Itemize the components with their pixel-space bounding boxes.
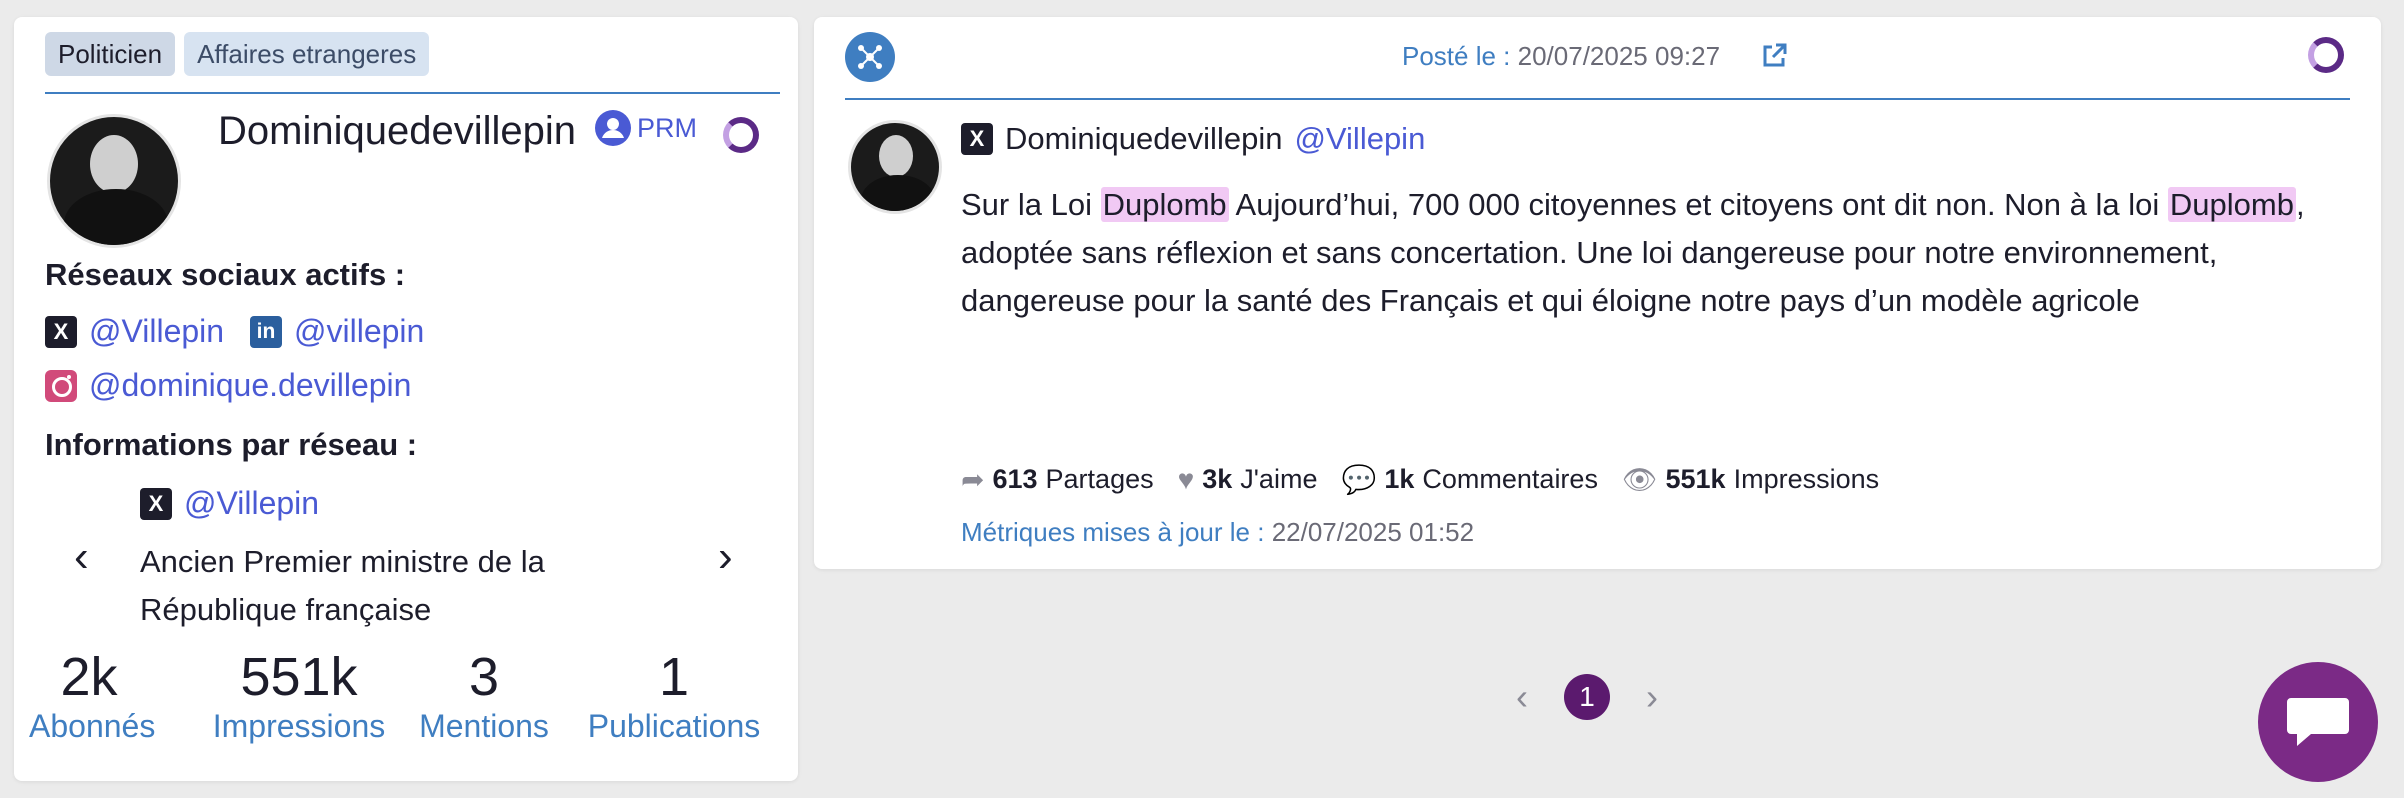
profile-card: Politicien Affaires etrangeres Dominique… xyxy=(14,17,798,781)
author-handle: @Villepin xyxy=(1294,121,1426,156)
divider xyxy=(845,98,2350,100)
next-page-icon[interactable]: › xyxy=(1646,676,1658,718)
prev-page-icon[interactable]: ‹ xyxy=(1516,676,1528,718)
chat-bubble-icon xyxy=(2287,698,2349,746)
metric-value: 1k xyxy=(1384,464,1415,494)
metric-jaime: ♥ 3k J'aime xyxy=(1178,464,1318,496)
author-avatar xyxy=(848,120,942,214)
user-icon xyxy=(595,110,631,146)
stat-label: Publications xyxy=(587,708,761,744)
network-linkedin[interactable]: in @villepin xyxy=(250,313,424,350)
network-handle: @dominique.devillepin xyxy=(89,367,412,403)
network-x[interactable]: X @Villepin xyxy=(45,313,224,350)
post-text-part: Sur la Loi xyxy=(961,187,1101,222)
post-card: Posté le : 20/07/2025 09:27 X Dominiqued… xyxy=(814,17,2381,569)
network-handle: @Villepin xyxy=(89,313,225,349)
prm-label: PRM xyxy=(637,112,697,143)
tag-list: Politicien Affaires etrangeres xyxy=(45,32,430,76)
keyword-highlight: Duplomb xyxy=(1100,187,1229,222)
metric-impressions: 👁 551k Impressions xyxy=(1622,463,1879,496)
metrics-updated: Métriques mises à jour le : 22/07/2025 0… xyxy=(961,517,1474,548)
info-title: Informations par réseau : xyxy=(45,427,418,462)
stat-value: 1 xyxy=(658,647,690,707)
stat-mentions: 3 Mentions xyxy=(409,647,559,745)
post-metrics: ➦ 613 Partages ♥ 3k J'aime 💬 1k Commenta… xyxy=(961,463,1879,496)
metric-label: Impressions xyxy=(1733,464,1880,494)
active-networks-title: Réseaux sociaux actifs : xyxy=(45,257,406,292)
stat-label: Abonnés xyxy=(29,708,156,744)
author-name: Dominiquedevillepin xyxy=(1005,121,1283,156)
prev-arrow-icon[interactable]: ‹ xyxy=(74,535,89,579)
metric-partages: ➦ 613 Partages xyxy=(961,463,1154,496)
info-network-handle: @Villepin xyxy=(184,485,320,521)
heart-icon: ♥ xyxy=(1177,463,1195,495)
updated-label: Métriques mises à jour le : xyxy=(961,517,1265,547)
posted-date: Posté le : 20/07/2025 09:27 xyxy=(1402,41,1720,72)
instagram-icon xyxy=(45,369,77,402)
info-network[interactable]: X @Villepin xyxy=(140,485,319,522)
stat-value: 2k xyxy=(60,647,118,707)
post-author[interactable]: X Dominiquedevillepin @Villepin xyxy=(961,121,1425,157)
metric-label: J'aime xyxy=(1240,464,1318,494)
share-arrow-icon: ➦ xyxy=(961,464,985,495)
tag-affaires-etrangeres[interactable]: Affaires etrangeres xyxy=(184,32,430,76)
brand-logo-icon xyxy=(723,117,759,153)
metric-label: Commentaires xyxy=(1422,464,1598,494)
stat-label: Mentions xyxy=(419,708,549,744)
divider xyxy=(45,92,780,94)
metric-label: Partages xyxy=(1045,464,1154,494)
post-text: Sur la Loi Duplomb Aujourd’hui, 700 000 … xyxy=(961,181,2361,325)
x-icon: X xyxy=(961,123,993,155)
linkedin-icon: in xyxy=(250,315,282,348)
bio-text: Ancien Premier ministre de la République… xyxy=(140,544,545,627)
avatar xyxy=(47,114,181,248)
stat-label: Impressions xyxy=(212,708,386,744)
prm-badge[interactable]: PRM xyxy=(595,110,697,146)
page-button-current[interactable]: 1 xyxy=(1564,674,1610,720)
x-icon: X xyxy=(140,487,172,520)
comment-icon: 💬 xyxy=(1341,464,1377,495)
stat-value: 551k xyxy=(240,647,358,707)
pagination: ‹ 1 › xyxy=(1516,674,1658,720)
stat-value: 3 xyxy=(468,647,500,707)
post-text-part: Aujourd’hui, 700 000 citoyennes et citoy… xyxy=(1228,187,2168,222)
stat-abonnes: 2k Abonnés xyxy=(29,647,156,745)
brand-logo-icon xyxy=(2308,37,2344,73)
metric-value: 613 xyxy=(992,464,1038,494)
metric-value: 551k xyxy=(1665,464,1726,494)
external-link-icon[interactable] xyxy=(1760,42,1788,70)
updated-date: 22/07/2025 01:52 xyxy=(1271,517,1475,547)
next-arrow-icon[interactable]: › xyxy=(718,535,733,579)
posted-date-value: 20/07/2025 09:27 xyxy=(1517,41,1721,71)
stat-publications: 1 Publications xyxy=(574,647,774,745)
network-graph-icon[interactable] xyxy=(845,32,895,82)
chat-button[interactable] xyxy=(2258,662,2378,782)
metric-value: 3k xyxy=(1202,464,1233,494)
profile-name: Dominiquedevillepin xyxy=(218,109,576,153)
network-instagram[interactable]: @dominique.devillepin xyxy=(45,367,411,404)
tag-politicien[interactable]: Politicien xyxy=(45,32,176,76)
x-icon: X xyxy=(45,315,77,348)
stat-impressions: 551k Impressions xyxy=(204,647,394,745)
metric-commentaires: 💬 1k Commentaires xyxy=(1341,463,1597,496)
keyword-highlight: Duplomb xyxy=(2167,187,2296,222)
network-handle: @villepin xyxy=(294,313,425,349)
posted-label: Posté le : xyxy=(1402,41,1511,71)
eye-icon: 👁 xyxy=(1621,464,1658,495)
